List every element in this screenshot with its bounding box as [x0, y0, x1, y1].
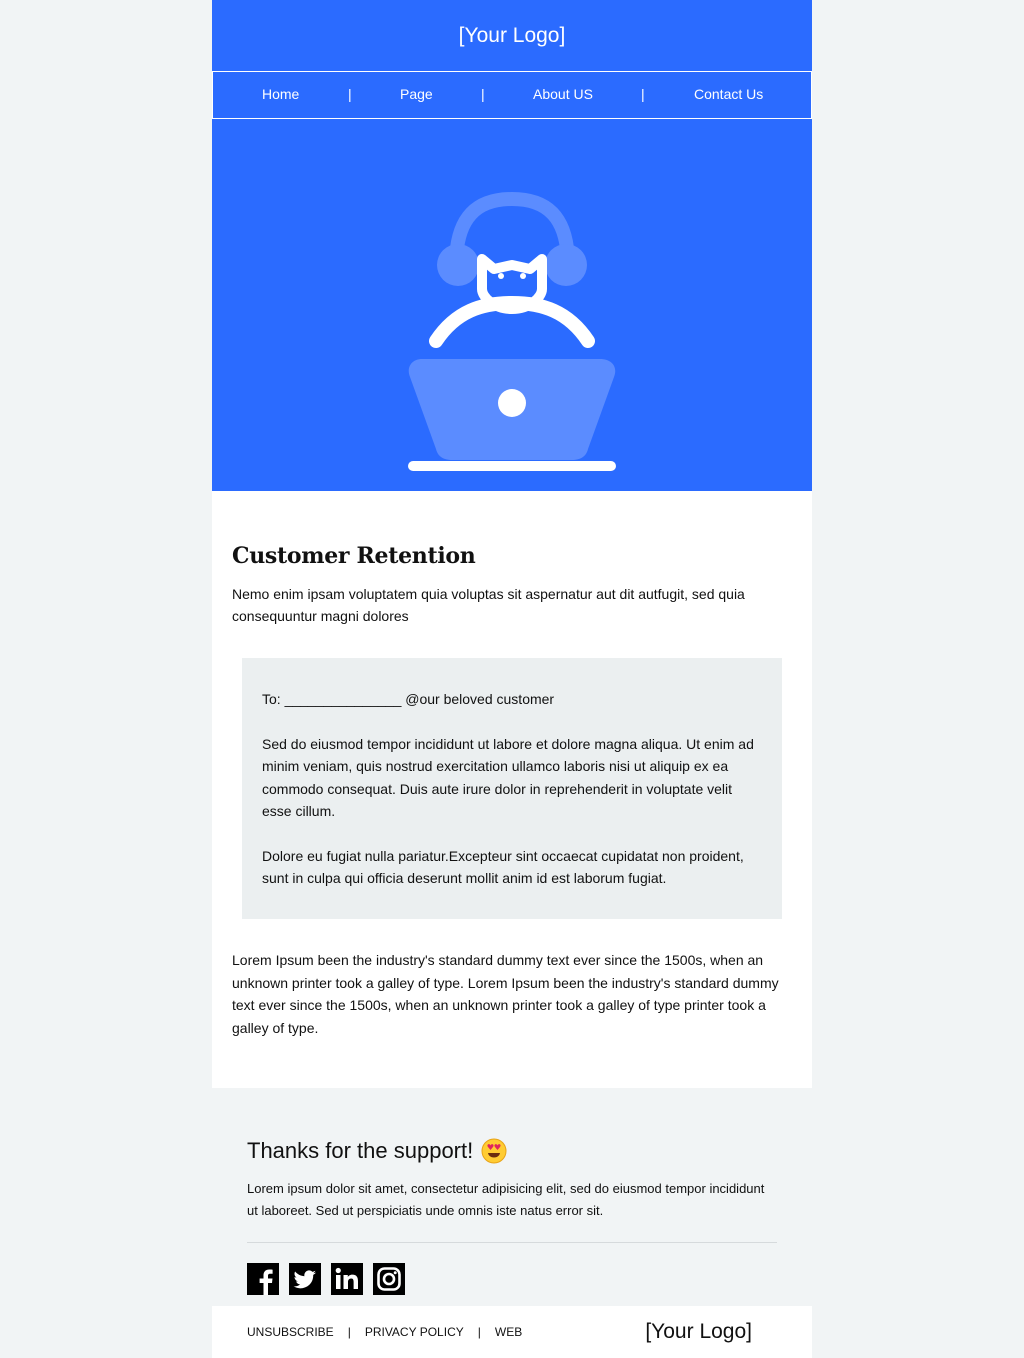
nav-item-about[interactable]: About US	[533, 86, 593, 102]
web-link[interactable]: WEB	[495, 1325, 522, 1339]
thanks-heading: Thanks for the support!	[247, 1138, 777, 1164]
facebook-icon[interactable]	[247, 1263, 279, 1295]
twitter-icon[interactable]	[289, 1263, 321, 1295]
footer-text: Lorem ipsum dolor sit amet, consectetur …	[247, 1178, 777, 1243]
footer-logo[interactable]: [Your Logo]	[645, 1320, 752, 1344]
email-container: [Your Logo] Home | Page | About US | Con…	[212, 0, 812, 1306]
page-title: Customer Retention	[232, 543, 476, 569]
nav-separator: |	[641, 86, 645, 102]
footer-links: UNSUBSCRIBE | PRIVACY POLICY | WEB	[247, 1325, 522, 1339]
letter-paragraph: Dolore eu fugiat nulla pariatur.Excepteu…	[262, 847, 744, 887]
intro-text: Nemo enim ipsam voluptatem quia voluptas…	[232, 586, 745, 624]
letter-recipient: To: _______________ @our beloved custome…	[262, 691, 555, 707]
content-section: Customer Retention Nemo enim ipsam volup…	[212, 491, 812, 1088]
thanks-text: Thanks for the support!	[247, 1138, 474, 1163]
customer-support-agent-laptop-icon	[408, 191, 616, 471]
nav-separator: |	[481, 86, 485, 102]
nav-item-page[interactable]: Page	[400, 86, 433, 102]
outro-text: Lorem Ipsum been the industry's standard…	[232, 952, 779, 1036]
header-logo[interactable]: [Your Logo]	[459, 24, 566, 48]
hero-banner	[212, 119, 812, 491]
footer-link-separator: |	[347, 1325, 351, 1339]
privacy-policy-link[interactable]: PRIVACY POLICY	[365, 1325, 464, 1339]
social-links	[247, 1263, 777, 1295]
letter-box: To: _______________ @our beloved custome…	[242, 658, 782, 919]
letter-paragraph: Sed do eiusmod tempor incididunt ut labo…	[262, 735, 754, 820]
footer-link-separator: |	[477, 1325, 481, 1339]
footer-section: Thanks for the support! Lorem ipsum dolo…	[212, 1088, 812, 1306]
nav-separator: |	[348, 86, 352, 102]
instagram-icon[interactable]	[373, 1263, 405, 1295]
nav-item-contact[interactable]: Contact Us	[694, 86, 763, 102]
email-header: [Your Logo]	[212, 0, 812, 71]
footer-bottom-bar: UNSUBSCRIBE | PRIVACY POLICY | WEB [Your…	[212, 1306, 812, 1358]
nav-bar: Home | Page | About US | Contact Us	[212, 71, 812, 119]
unsubscribe-link[interactable]: UNSUBSCRIBE	[247, 1325, 334, 1339]
heart-eyes-emoji-icon	[481, 1138, 507, 1164]
linkedin-icon[interactable]	[331, 1263, 363, 1295]
nav-item-home[interactable]: Home	[262, 86, 299, 102]
